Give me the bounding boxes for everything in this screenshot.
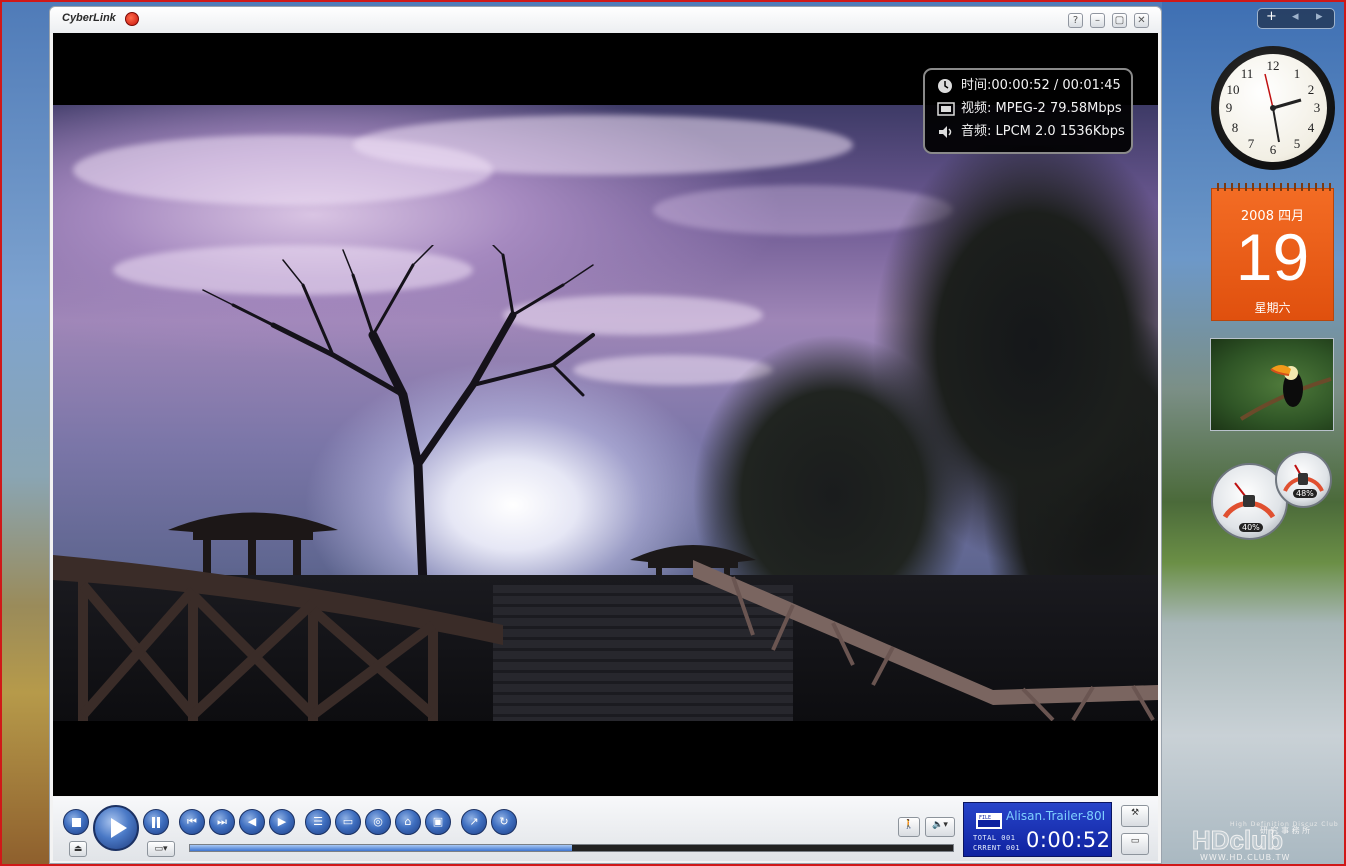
rewind-button[interactable]: ◀: [239, 809, 265, 835]
add-gadget-button[interactable]: +: [1266, 9, 1277, 24]
volume-button[interactable]: 🔈▾: [925, 817, 955, 837]
osd-time-row: 时间:00:00:52 / 00:01:45: [937, 76, 1121, 96]
next-gadget-icon[interactable]: ▸: [1316, 9, 1323, 24]
info-display-panel: FILE Alisan.Trailer-80I TOTAL 001 CRRENT…: [963, 802, 1112, 857]
osd-audio-text: 音频: LPCM 2.0 1536Kbps: [961, 124, 1125, 139]
clock-face: 12 1 2 3 4 5 6 7 8 9 10 11: [1219, 54, 1327, 162]
update-icon[interactable]: [125, 12, 139, 26]
elapsed-time: 0:00:52: [1026, 828, 1111, 852]
drive-select-button[interactable]: ▭▾: [147, 841, 175, 857]
file-icon: FILE: [976, 813, 1002, 829]
file-name: Alisan.Trailer-80I: [1006, 809, 1106, 823]
snapshot-button[interactable]: ▣: [425, 809, 451, 835]
calendar-weekday: 星期六: [1254, 301, 1291, 315]
prev-gadget-icon[interactable]: ◂: [1292, 9, 1299, 24]
calendar-rings: [1212, 183, 1333, 191]
settings-button[interactable]: ⚒: [1121, 805, 1149, 827]
maximize-button[interactable]: ▢: [1112, 13, 1127, 28]
calendar-gadget[interactable]: 2008 四月 19 星期六: [1211, 183, 1334, 321]
seek-bar-fill: [190, 845, 572, 851]
watermark-url: WWW.HD.CLUB.TW: [1200, 853, 1291, 862]
total-title-count: TOTAL 001: [973, 834, 1016, 842]
audio-language-button[interactable]: ◎: [365, 809, 391, 835]
osd-video-text: 视频: MPEG-2 79.58Mbps: [961, 101, 1122, 116]
slideshow-gadget[interactable]: [1210, 338, 1334, 431]
file-label: FILE: [979, 815, 991, 821]
memory-percent: 48%: [1293, 489, 1317, 498]
help-button[interactable]: ?: [1068, 13, 1083, 28]
walk-mode-icon[interactable]: 🚶: [898, 817, 920, 837]
pause-button[interactable]: [143, 809, 169, 835]
playback-info-overlay: 时间:00:00:52 / 00:01:45 视频: MPEG-2 79.58M…: [923, 68, 1133, 154]
film-icon: [937, 101, 955, 116]
clock-gadget[interactable]: 12 1 2 3 4 5 6 7 8 9 10 11: [1211, 46, 1335, 170]
speaker-icon: [939, 125, 952, 138]
next-chapter-button[interactable]: ⏭: [209, 809, 235, 835]
sidebar-controls: + ◂ ▸: [1257, 8, 1335, 29]
cpu-percent: 40%: [1239, 523, 1263, 532]
subtitle-button[interactable]: ▭: [335, 809, 361, 835]
brand-logo: CyberLink: [62, 12, 116, 24]
osd-audio-row: 音频: LPCM 2.0 1536Kbps: [937, 122, 1125, 142]
bridge-railing-left: [53, 555, 503, 721]
memory-gauge-dial: [1283, 464, 1324, 492]
clock-icon: [938, 78, 952, 93]
osd-video-row: 视频: MPEG-2 79.58Mbps: [937, 99, 1122, 119]
title-bar[interactable]: CyberLink ? – ▢ ✕: [50, 7, 1161, 33]
clock-hands: [1264, 73, 1302, 143]
minimize-button[interactable]: –: [1090, 13, 1105, 28]
menu-button[interactable]: ☰: [305, 809, 331, 835]
osd-time-text: 时间:00:00:52 / 00:01:45: [961, 78, 1121, 93]
calendar-day: 19: [1235, 220, 1310, 294]
hdclub-watermark: High Definition Discuz Club HDclub 研 究 事…: [1190, 821, 1340, 862]
stop-button[interactable]: [63, 809, 89, 835]
previous-chapter-button[interactable]: ⏮: [179, 809, 205, 835]
zoom-button[interactable]: ↗: [461, 809, 487, 835]
current-title-count: CRRENT 001: [973, 844, 1021, 852]
angle-button[interactable]: ⌂: [395, 809, 421, 835]
watermark-chinese: 研 究 事 務 所: [1260, 826, 1311, 835]
eject-button[interactable]: ⏏: [69, 841, 87, 857]
media-player-window: CyberLink ? – ▢ ✕ 时间:00:00:52 / 00:01:45…: [49, 6, 1162, 864]
toucan-photo: [1239, 365, 1332, 421]
control-bar: ⏮ ⏭ ◀ ▶ ☰ ▭ ◎ ⌂ ▣ ↗ ↻ ⏏ ▭▾ 🚶 🔈▾ FILE Ali…: [53, 797, 1158, 861]
video-display[interactable]: 时间:00:00:52 / 00:01:45 视频: MPEG-2 79.58M…: [53, 33, 1158, 796]
close-button[interactable]: ✕: [1134, 13, 1149, 28]
mini-mode-button[interactable]: ▭: [1121, 833, 1149, 855]
seek-bar[interactable]: [189, 844, 954, 852]
memory-meter-gauge[interactable]: 48%: [1275, 451, 1332, 508]
bridge-railing-right: [693, 560, 1158, 721]
repeat-button[interactable]: ↻: [491, 809, 517, 835]
fast-forward-button[interactable]: ▶: [269, 809, 295, 835]
play-button[interactable]: [93, 805, 139, 851]
video-frame: [53, 105, 1158, 721]
